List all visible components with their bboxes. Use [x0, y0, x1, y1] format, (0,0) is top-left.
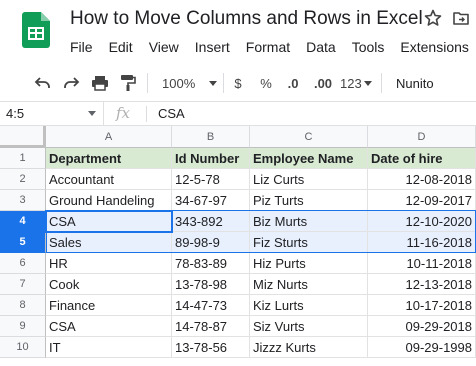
menu-extensions[interactable]: Extensions: [392, 38, 476, 56]
currency-format-button[interactable]: $: [230, 73, 246, 93]
menu-view[interactable]: View: [141, 38, 187, 56]
menu-tools[interactable]: Tools: [344, 38, 393, 56]
header-cell-date-of-hire[interactable]: Date of hire: [368, 148, 476, 169]
toolbar: 100% $ % .0 .00 123 Nunito: [0, 64, 476, 102]
move-to-folder-icon[interactable]: [452, 9, 470, 27]
paint-format-icon[interactable]: [117, 73, 139, 93]
cell-employee-name[interactable]: Kiz Lurts: [250, 295, 368, 316]
star-icon[interactable]: [424, 9, 442, 27]
cell-date-of-hire[interactable]: 09-29-2018: [368, 316, 476, 337]
column-header-b[interactable]: B: [172, 126, 250, 148]
undo-icon[interactable]: [32, 73, 54, 93]
cell-employee-name[interactable]: Hiz Purts: [250, 253, 368, 274]
cell-id-number[interactable]: 34-67-97: [172, 190, 250, 211]
header-cell-employee-name[interactable]: Employee Name: [250, 148, 368, 169]
formula-input[interactable]: CSA: [158, 106, 185, 121]
cell-department[interactable]: IT: [46, 337, 172, 358]
header-cell-department[interactable]: Department: [46, 148, 172, 169]
menu-format[interactable]: Format: [238, 38, 298, 56]
spreadsheet-grid: A B C D 1 Department Id Number Employee Name Dat…: [0, 126, 476, 366]
row-header-2[interactable]: 2: [0, 169, 46, 190]
row-header-10[interactable]: 10: [0, 337, 46, 358]
formula-divider: [146, 106, 147, 122]
document-title[interactable]: How to Move Columns and Rows in Excel: [70, 8, 423, 30]
select-all-corner[interactable]: [0, 126, 46, 148]
cell-date-of-hire[interactable]: 11-16-2018: [368, 232, 476, 253]
menu-file[interactable]: File: [62, 38, 101, 56]
cell-id-number[interactable]: 12-5-78: [172, 169, 250, 190]
row-header-1[interactable]: 1: [0, 148, 46, 169]
font-family-select[interactable]: Nunito: [392, 73, 442, 93]
row-header-8[interactable]: 8: [0, 295, 46, 316]
cell-department[interactable]: Sales: [46, 232, 172, 253]
menu-edit[interactable]: Edit: [101, 38, 141, 56]
name-box-dropdown-icon[interactable]: [88, 111, 96, 116]
more-formats-dropdown-icon: [363, 80, 372, 86]
decrease-decimal-label: .0: [287, 75, 299, 91]
cell-id-number[interactable]: 13-78-56: [172, 337, 250, 358]
name-box-value: 4:5: [6, 106, 25, 121]
column-header-a[interactable]: A: [46, 126, 172, 148]
cell-employee-name[interactable]: Siz Vurts: [250, 316, 368, 337]
header-cell-id-number[interactable]: Id Number: [172, 148, 250, 169]
more-formats-label: 123: [340, 75, 362, 91]
zoom-value: 100%: [162, 75, 196, 91]
toolbar-divider: [223, 73, 224, 93]
name-box[interactable]: 4:5: [0, 102, 104, 126]
cell-employee-name[interactable]: Jizzz Kurts: [250, 337, 368, 358]
more-formats-button[interactable]: 123: [340, 73, 374, 93]
cell-id-number[interactable]: 89-98-9: [172, 232, 250, 253]
formula-bar: 4:5 fx CSA: [0, 102, 476, 126]
column-header-d[interactable]: D: [368, 126, 476, 148]
toolbar-divider: [381, 73, 382, 93]
cell-date-of-hire[interactable]: 12-10-2020: [368, 211, 476, 232]
cell-department[interactable]: Cook: [46, 274, 172, 295]
cell-department[interactable]: Ground Handeling: [46, 190, 172, 211]
row-header-3[interactable]: 3: [0, 190, 46, 211]
cell-date-of-hire[interactable]: 12-09-2017: [368, 190, 476, 211]
cell-employee-name[interactable]: Piz Turts: [250, 190, 368, 211]
cell-id-number[interactable]: 14-47-73: [172, 295, 250, 316]
menu-insert[interactable]: Insert: [187, 38, 238, 56]
zoom-dropdown-icon: [209, 80, 218, 86]
row-header-7[interactable]: 7: [0, 274, 46, 295]
cell-department[interactable]: CSA: [46, 211, 172, 232]
fx-icon: fx: [116, 104, 131, 122]
cell-id-number[interactable]: 14-78-87: [172, 316, 250, 337]
cell-department[interactable]: HR: [46, 253, 172, 274]
cell-date-of-hire[interactable]: 12-08-2018: [368, 169, 476, 190]
row-header-4[interactable]: 4: [0, 211, 46, 232]
cell-date-of-hire[interactable]: 10-11-2018: [368, 253, 476, 274]
increase-decimal-label: .00: [313, 75, 333, 91]
zoom-select[interactable]: 100%: [158, 73, 218, 93]
cell-date-of-hire[interactable]: 10-17-2018: [368, 295, 476, 316]
row-header-5[interactable]: 5: [0, 232, 46, 253]
cell-id-number[interactable]: 343-892: [172, 211, 250, 232]
cell-employee-name[interactable]: Miz Nurts: [250, 274, 368, 295]
menu-data[interactable]: Data: [298, 38, 344, 56]
cell-employee-name[interactable]: Fiz Sturts: [250, 232, 368, 253]
cell-id-number[interactable]: 13-78-98: [172, 274, 250, 295]
row-header-9[interactable]: 9: [0, 316, 46, 337]
redo-icon[interactable]: [60, 73, 82, 93]
cell-department[interactable]: Accountant: [46, 169, 172, 190]
google-sheets-logo-icon[interactable]: [22, 12, 50, 48]
cell-date-of-hire[interactable]: 09-29-1998: [368, 337, 476, 358]
cell-employee-name[interactable]: Biz Murts: [250, 211, 368, 232]
font-family-value: Nunito: [396, 75, 434, 91]
print-icon[interactable]: [89, 73, 111, 93]
percent-format-button[interactable]: %: [258, 73, 274, 93]
cell-department[interactable]: CSA: [46, 316, 172, 337]
title-bar: How to Move Columns and Rows in Excel Fi…: [0, 0, 476, 64]
toolbar-divider: [147, 73, 148, 93]
decrease-decimal-button[interactable]: .0: [282, 73, 304, 93]
cell-date-of-hire[interactable]: 12-13-2018: [368, 274, 476, 295]
increase-decimal-button[interactable]: .00: [310, 73, 336, 93]
column-header-c[interactable]: C: [250, 126, 368, 148]
cell-employee-name[interactable]: Liz Curts: [250, 169, 368, 190]
menu-bar: File Edit View Insert Format Data Tools …: [62, 38, 476, 56]
cell-id-number[interactable]: 78-83-89: [172, 253, 250, 274]
cell-department[interactable]: Finance: [46, 295, 172, 316]
row-header-6[interactable]: 6: [0, 253, 46, 274]
